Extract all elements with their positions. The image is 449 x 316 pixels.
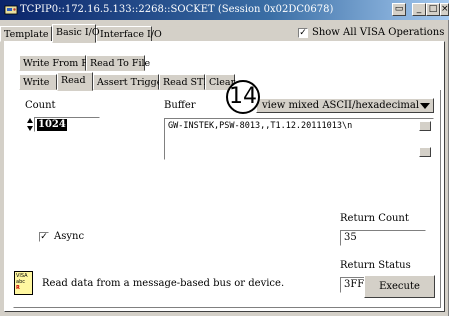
tab-read-label: Read: [61, 75, 86, 86]
tab-interface-io[interactable]: Interface I/O: [96, 26, 162, 42]
tab-basic-io-label: Basic I/O: [56, 27, 100, 38]
annotation-marker: 14: [226, 80, 260, 114]
return-count-label: Return Count: [340, 213, 409, 224]
async-check-mark: ✓: [40, 232, 48, 242]
execute-button-label: Execute: [379, 281, 420, 292]
chevron-down-icon[interactable]: [420, 103, 430, 109]
basic-io-panel: Write From File Read To File Write Read …: [4, 41, 445, 312]
async-label: Async: [54, 231, 85, 242]
return-count-field: 35: [340, 230, 426, 246]
execute-button[interactable]: Execute: [364, 275, 435, 298]
count-label: Count: [25, 100, 56, 111]
tab-template-label: Template: [4, 29, 49, 40]
tab-read-to-file[interactable]: Read To File: [86, 55, 150, 71]
stepper-down-icon[interactable]: [27, 126, 33, 131]
tab-assert-trigger-label: Assert Trigger: [97, 77, 167, 88]
stepper-up-icon[interactable]: [27, 118, 33, 123]
title-bar[interactable]: TCPIP0::172.16.5.133::2268::SOCKET (Sess…: [0, 0, 449, 20]
tab-read[interactable]: Read: [57, 72, 93, 91]
tab-read-stb[interactable]: Read STB: [159, 74, 210, 90]
tab-read-stb-label: Read STB: [163, 77, 211, 88]
visa-session-window: TCPIP0::172.16.5.133::2268::SOCKET (Sess…: [0, 0, 449, 316]
show-all-visa-label: Show All VISA Operations: [312, 27, 445, 38]
async-checkbox[interactable]: ✓: [39, 232, 49, 242]
maximize-icon[interactable]: □: [426, 3, 440, 16]
buffer-mode-select[interactable]: view mixed ASCII/hexadecimal: [256, 98, 434, 113]
tab-write[interactable]: Write: [19, 74, 57, 90]
scroll-up-button[interactable]: [419, 121, 431, 131]
buffer-textarea[interactable]: GW-INSTEK,PSW-8013,,T1.12.20111013\n: [164, 118, 434, 160]
annotation-number: 14: [229, 84, 257, 109]
tab-write-from-file[interactable]: Write From File: [19, 55, 100, 71]
show-all-visa-checkbox[interactable]: ✓: [298, 28, 308, 38]
tab-interface-io-label: Interface I/O: [100, 29, 162, 40]
scroll-down-button[interactable]: [419, 147, 431, 157]
top-tab-bar: Template Basic I/O Interface I/O ✓ Show …: [0, 22, 449, 43]
buffer-label: Buffer: [164, 100, 196, 111]
buffer-mode-value: view mixed ASCII/hexadecimal: [262, 100, 420, 111]
tab-read-to-file-label: Read To File: [90, 58, 151, 69]
footer-description: Read data from a message-based bus or de…: [42, 278, 285, 289]
close-icon[interactable]: ×: [440, 3, 449, 16]
tab-template[interactable]: Template: [0, 26, 52, 42]
minimize-icon[interactable]: _: [412, 3, 426, 16]
tab-basic-io[interactable]: Basic I/O: [52, 24, 100, 43]
visa-icon-line-3: R: [16, 285, 20, 291]
return-status-label: Return Status: [340, 260, 411, 271]
window-title: TCPIP0::172.16.5.133::2268::SOCKET (Sess…: [20, 4, 334, 15]
buffer-content: GW-INSTEK,PSW-8013,,T1.12.20111013\n: [168, 121, 353, 131]
return-count-value: 35: [344, 232, 357, 243]
show-all-visa-check-mark: ✓: [299, 28, 307, 38]
tab-write-label: Write: [23, 77, 50, 88]
tab-assert-trigger[interactable]: Assert Trigger: [93, 74, 167, 90]
count-stepper[interactable]: [26, 117, 33, 132]
instrument-icon: [4, 5, 18, 15]
count-input[interactable]: 1024: [34, 117, 100, 132]
restore-icon[interactable]: ▭: [392, 3, 406, 16]
visa-read-icon: VISA abc R: [14, 271, 33, 295]
count-value: 1024: [37, 119, 67, 131]
